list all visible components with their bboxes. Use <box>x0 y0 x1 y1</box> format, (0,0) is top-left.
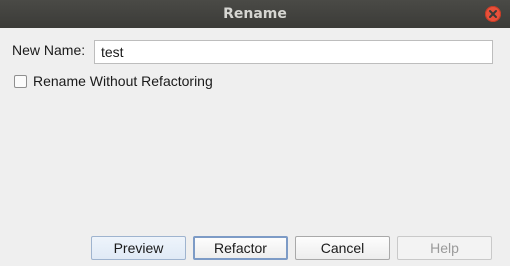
rename-without-refactoring-option[interactable]: Rename Without Refactoring <box>14 73 213 89</box>
help-button[interactable]: Help <box>397 236 492 260</box>
title-bar[interactable]: Rename <box>0 0 510 28</box>
dialog-body: New Name: Rename Without Refactoring Pre… <box>0 28 510 266</box>
dialog-title: Rename <box>223 6 287 22</box>
rename-without-refactoring-checkbox[interactable] <box>14 74 27 88</box>
preview-button[interactable]: Preview <box>91 236 186 260</box>
new-name-label: New Name: <box>12 42 86 58</box>
rename-dialog: Rename New Name: Rename Without Refactor… <box>0 0 510 266</box>
close-button[interactable] <box>485 6 501 22</box>
new-name-input[interactable] <box>94 40 493 64</box>
cancel-button[interactable]: Cancel <box>295 236 390 260</box>
refactor-button[interactable]: Refactor <box>193 236 288 260</box>
rename-without-refactoring-label[interactable]: Rename Without Refactoring <box>33 73 213 89</box>
